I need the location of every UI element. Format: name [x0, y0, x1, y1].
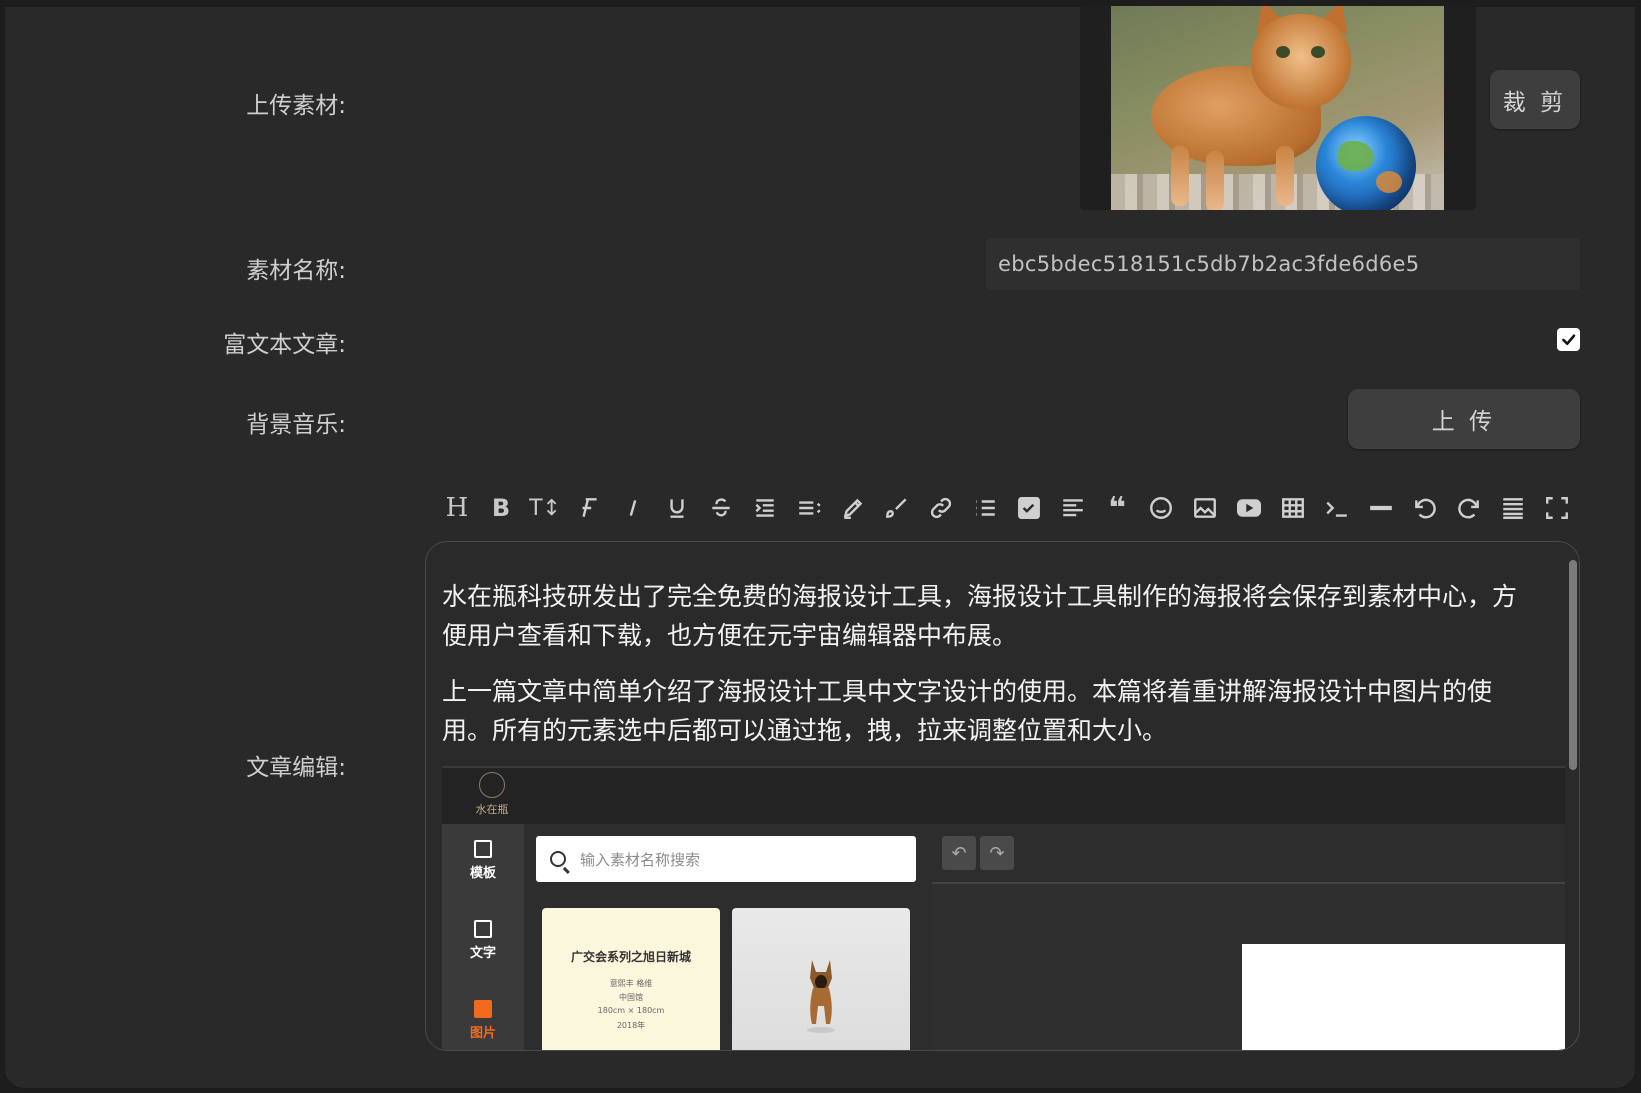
embedded-logo: 水在瓶 — [468, 772, 516, 820]
logo-mark — [479, 772, 505, 798]
search-placeholder: 输入素材名称搜索 — [580, 850, 701, 869]
editor-scrollbar[interactable] — [1569, 560, 1577, 770]
embedded-header: 水在瓶 — [442, 766, 1565, 824]
checklist-icon[interactable] — [1012, 490, 1046, 526]
crop-button[interactable]: 裁 剪 — [1490, 70, 1580, 129]
emoji-icon[interactable] — [1144, 490, 1178, 526]
text-add-icon — [474, 920, 492, 938]
poster-card: 广交会系列之旭日新城 意熙丰 格维 中国馆 180cm × 180cm 2018… — [542, 908, 720, 1050]
kitten-leg — [1171, 146, 1189, 206]
rich-text-checkbox[interactable] — [1557, 328, 1580, 351]
embedded-undo-icon: ↶ — [942, 836, 976, 870]
embedded-search: 输入素材名称搜索 — [536, 836, 916, 882]
underline-icon[interactable] — [660, 490, 694, 526]
video-icon[interactable] — [1232, 490, 1266, 526]
poster-line: 2018年 — [616, 1021, 646, 1030]
poster-line: 180cm × 180cm — [597, 1006, 665, 1015]
table-icon[interactable] — [1276, 490, 1310, 526]
redo-icon[interactable] — [1452, 490, 1486, 526]
code-icon[interactable] — [1320, 490, 1354, 526]
upload-label: 上传素材: — [246, 93, 346, 119]
rich-text-editor[interactable]: 水在瓶科技研发出了完全免费的海报设计工具，海报设计工具制作的海报将会保存到素材中… — [425, 541, 1580, 1051]
line-height-icon[interactable] — [792, 490, 826, 526]
poster-line: 中国馆 — [619, 993, 643, 1002]
material-name-field[interactable]: ebc5bdec518151c5db7b2ac3fde6d6e5 — [986, 238, 1580, 290]
embedded-canvas — [1242, 944, 1565, 1050]
quote-icon[interactable]: ❝ — [1100, 490, 1134, 526]
editor-label: 文章编辑: — [246, 755, 346, 781]
poster-title: 广交会系列之旭日新城 — [570, 950, 691, 964]
bullet-list-icon[interactable] — [968, 490, 1002, 526]
dog-card — [732, 908, 910, 1050]
bold-icon[interactable]: B — [484, 490, 518, 526]
italic-icon[interactable] — [616, 490, 650, 526]
kitten-eye — [1276, 46, 1290, 58]
heading-icon[interactable]: H — [440, 490, 474, 526]
text-size-icon[interactable]: T↕ — [528, 490, 562, 526]
embedded-sidebar: 模板 文字 图片 — [442, 824, 524, 1050]
logo-text: 水在瓶 — [475, 803, 509, 816]
kitten-head — [1251, 14, 1351, 109]
clear-format-icon[interactable] — [1496, 490, 1530, 526]
globe-ball — [1316, 116, 1416, 210]
side-item-template: 模板 — [442, 840, 524, 881]
kitten-eye — [1311, 46, 1325, 58]
side-item-label: 图片 — [469, 1026, 496, 1041]
check-icon — [1562, 334, 1576, 346]
undo-icon[interactable] — [1408, 490, 1442, 526]
search-icon — [550, 851, 566, 867]
music-label: 背景音乐: — [246, 412, 346, 438]
kitten-leg — [1276, 146, 1294, 206]
paragraph-2: 上一篇文章中简单介绍了海报设计工具中文字设计的使用。本篇将着重讲解海报设计中图片… — [442, 677, 1493, 745]
name-label: 素材名称: — [246, 258, 346, 284]
highlight-icon[interactable] — [836, 490, 870, 526]
embedded-redo-icon: ↷ — [980, 836, 1014, 870]
template-icon — [474, 840, 492, 858]
rich-text-label: 富文本文章: — [223, 332, 346, 358]
embedded-screenshot: 水在瓶 模板 文字 图片 输入素材名称搜索 ↶ ↷ 广交会系列之旭日新城 意熙丰… — [442, 766, 1565, 1050]
align-icon[interactable] — [1056, 490, 1090, 526]
kitten-leg — [1206, 151, 1224, 210]
side-item-label: 模板 — [469, 866, 496, 881]
font-icon[interactable] — [572, 490, 606, 526]
poster-line: 意熙丰 格维 — [609, 979, 653, 988]
dog-figure — [807, 960, 835, 1033]
side-item-text: 文字 — [442, 920, 524, 961]
divider-icon[interactable] — [1364, 490, 1398, 526]
image-icon[interactable] — [1188, 490, 1222, 526]
paragraph-1: 水在瓶科技研发出了完全免费的海报设计工具，海报设计工具制作的海报将会保存到素材中… — [442, 582, 1518, 650]
strikethrough-icon[interactable] — [704, 490, 738, 526]
side-item-image: 图片 — [442, 1000, 524, 1041]
fullscreen-icon[interactable] — [1540, 490, 1574, 526]
kitten-photo — [1111, 6, 1444, 210]
side-item-label: 文字 — [469, 946, 496, 961]
image-icon — [474, 1000, 492, 1018]
editor-toolbar: H B T↕ ❝ — [440, 490, 1568, 526]
link-icon[interactable] — [924, 490, 958, 526]
upload-image-preview[interactable] — [1080, 6, 1476, 210]
brush-icon[interactable] — [880, 490, 914, 526]
upload-music-button[interactable]: 上 传 — [1348, 389, 1580, 449]
indent-icon[interactable] — [748, 490, 782, 526]
